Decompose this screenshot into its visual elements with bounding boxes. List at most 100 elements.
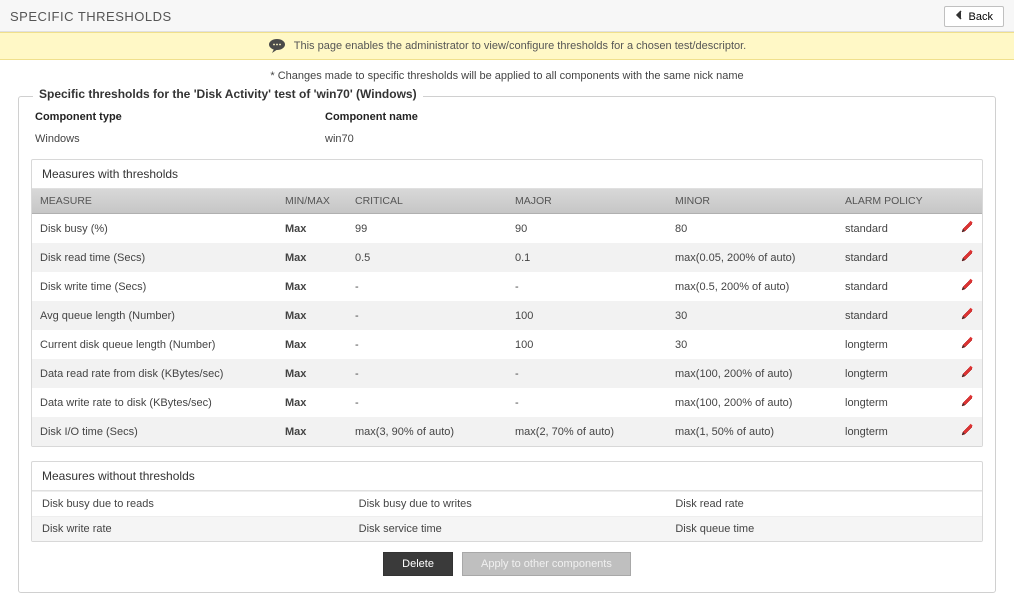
cell-minmax: Max bbox=[277, 388, 347, 417]
back-button[interactable]: Back bbox=[944, 6, 1004, 27]
thresholds-table: MEASURE MIN/MAX CRITICAL MAJOR MINOR ALA… bbox=[32, 189, 982, 446]
measure-cell: Disk queue time bbox=[665, 517, 982, 542]
table-row: Disk write time (Secs)Max--max(0.5, 200%… bbox=[32, 272, 982, 301]
cell-major: 90 bbox=[507, 214, 667, 244]
cell-policy: standard bbox=[837, 301, 952, 330]
cell-measure: Data write rate to disk (KBytes/sec) bbox=[32, 388, 277, 417]
col-major[interactable]: MAJOR bbox=[507, 189, 667, 214]
cell-major: - bbox=[507, 272, 667, 301]
measure-cell: Disk busy due to writes bbox=[349, 492, 666, 517]
info-banner: This page enables the administrator to v… bbox=[0, 32, 1014, 60]
back-button-label: Back bbox=[969, 11, 993, 23]
component-type-value: Windows bbox=[35, 133, 325, 145]
delete-button[interactable]: Delete bbox=[383, 552, 453, 576]
measures-with-thresholds-panel: Measures with thresholds MEASURE MIN/MAX… bbox=[31, 159, 983, 447]
col-minmax[interactable]: MIN/MAX bbox=[277, 189, 347, 214]
table-row: Disk busy (%)Max999080standard bbox=[32, 214, 982, 244]
cell-measure: Disk write time (Secs) bbox=[32, 272, 277, 301]
cell-policy: standard bbox=[837, 272, 952, 301]
cell-policy: longterm bbox=[837, 388, 952, 417]
apply-to-other-components-button: Apply to other components bbox=[462, 552, 631, 576]
cell-policy: longterm bbox=[837, 417, 952, 446]
edit-pencil-icon[interactable] bbox=[960, 336, 974, 353]
edit-pencil-icon[interactable] bbox=[960, 423, 974, 440]
measures-without-thresholds-title: Measures without thresholds bbox=[32, 462, 982, 491]
thresholds-panel: Specific thresholds for the 'Disk Activi… bbox=[18, 96, 996, 593]
edit-pencil-icon[interactable] bbox=[960, 249, 974, 266]
back-arrow-icon bbox=[955, 10, 965, 23]
page-header: SPECIFIC THRESHOLDS Back bbox=[0, 0, 1014, 32]
info-banner-text: This page enables the administrator to v… bbox=[294, 40, 746, 52]
table-row: Disk write rateDisk service timeDisk que… bbox=[32, 517, 982, 542]
edit-pencil-icon[interactable] bbox=[960, 307, 974, 324]
measure-cell: Disk write rate bbox=[32, 517, 349, 542]
cell-critical: 0.5 bbox=[347, 243, 507, 272]
table-row: Data read rate from disk (KBytes/sec)Max… bbox=[32, 359, 982, 388]
cell-minor: 30 bbox=[667, 301, 837, 330]
cell-policy: longterm bbox=[837, 330, 952, 359]
cell-critical: max(3, 90% of auto) bbox=[347, 417, 507, 446]
cell-critical: - bbox=[347, 272, 507, 301]
col-edit bbox=[952, 189, 982, 214]
cell-minmax: Max bbox=[277, 301, 347, 330]
cell-minor: max(0.5, 200% of auto) bbox=[667, 272, 837, 301]
measure-cell: Disk service time bbox=[349, 517, 666, 542]
cell-measure: Data read rate from disk (KBytes/sec) bbox=[32, 359, 277, 388]
edit-pencil-icon[interactable] bbox=[960, 220, 974, 237]
table-row: Disk read time (Secs)Max0.50.1max(0.05, … bbox=[32, 243, 982, 272]
cell-minmax: Max bbox=[277, 243, 347, 272]
cell-minor: 30 bbox=[667, 330, 837, 359]
cell-minor: max(100, 200% of auto) bbox=[667, 388, 837, 417]
col-policy[interactable]: ALARM POLICY bbox=[837, 189, 952, 214]
page-title: SPECIFIC THRESHOLDS bbox=[10, 9, 172, 24]
cell-major: - bbox=[507, 359, 667, 388]
cell-measure: Current disk queue length (Number) bbox=[32, 330, 277, 359]
col-measure[interactable]: MEASURE bbox=[32, 189, 277, 214]
cell-critical: - bbox=[347, 330, 507, 359]
table-row: Data write rate to disk (KBytes/sec)Max-… bbox=[32, 388, 982, 417]
measure-cell: Disk read rate bbox=[665, 492, 982, 517]
component-type-label: Component type bbox=[35, 111, 325, 123]
cell-minmax: Max bbox=[277, 330, 347, 359]
table-row: Disk busy due to readsDisk busy due to w… bbox=[32, 492, 982, 517]
cell-critical: - bbox=[347, 388, 507, 417]
edit-pencil-icon[interactable] bbox=[960, 394, 974, 411]
measures-with-thresholds-title: Measures with thresholds bbox=[32, 160, 982, 189]
cell-policy: standard bbox=[837, 243, 952, 272]
table-row: Current disk queue length (Number)Max-10… bbox=[32, 330, 982, 359]
cell-minmax: Max bbox=[277, 272, 347, 301]
table-row: Disk I/O time (Secs)Maxmax(3, 90% of aut… bbox=[32, 417, 982, 446]
cell-minor: max(100, 200% of auto) bbox=[667, 359, 837, 388]
table-row: Avg queue length (Number)Max-10030standa… bbox=[32, 301, 982, 330]
component-name-value: win70 bbox=[325, 133, 615, 145]
cell-measure: Disk I/O time (Secs) bbox=[32, 417, 277, 446]
cell-major: 0.1 bbox=[507, 243, 667, 272]
cell-major: 100 bbox=[507, 330, 667, 359]
cell-measure: Disk read time (Secs) bbox=[32, 243, 277, 272]
col-minor[interactable]: MINOR bbox=[667, 189, 837, 214]
cell-minmax: Max bbox=[277, 417, 347, 446]
cell-measure: Avg queue length (Number) bbox=[32, 301, 277, 330]
cell-policy: standard bbox=[837, 214, 952, 244]
edit-pencil-icon[interactable] bbox=[960, 365, 974, 382]
cell-minor: 80 bbox=[667, 214, 837, 244]
col-critical[interactable]: CRITICAL bbox=[347, 189, 507, 214]
no-thresholds-table: Disk busy due to readsDisk busy due to w… bbox=[32, 491, 982, 541]
cell-major: max(2, 70% of auto) bbox=[507, 417, 667, 446]
cell-minmax: Max bbox=[277, 214, 347, 244]
component-info: Component type Windows Component name wi… bbox=[29, 111, 985, 153]
cell-critical: - bbox=[347, 359, 507, 388]
cell-critical: - bbox=[347, 301, 507, 330]
edit-pencil-icon[interactable] bbox=[960, 278, 974, 295]
measures-without-thresholds-panel: Measures without thresholds Disk busy du… bbox=[31, 461, 983, 542]
cell-policy: longterm bbox=[837, 359, 952, 388]
cell-measure: Disk busy (%) bbox=[32, 214, 277, 244]
cell-minor: max(0.05, 200% of auto) bbox=[667, 243, 837, 272]
button-row: Delete Apply to other components bbox=[29, 542, 985, 578]
cell-major: - bbox=[507, 388, 667, 417]
component-name-label: Component name bbox=[325, 111, 615, 123]
cell-major: 100 bbox=[507, 301, 667, 330]
panel-legend: Specific thresholds for the 'Disk Activi… bbox=[33, 87, 423, 101]
cell-critical: 99 bbox=[347, 214, 507, 244]
measure-cell: Disk busy due to reads bbox=[32, 492, 349, 517]
